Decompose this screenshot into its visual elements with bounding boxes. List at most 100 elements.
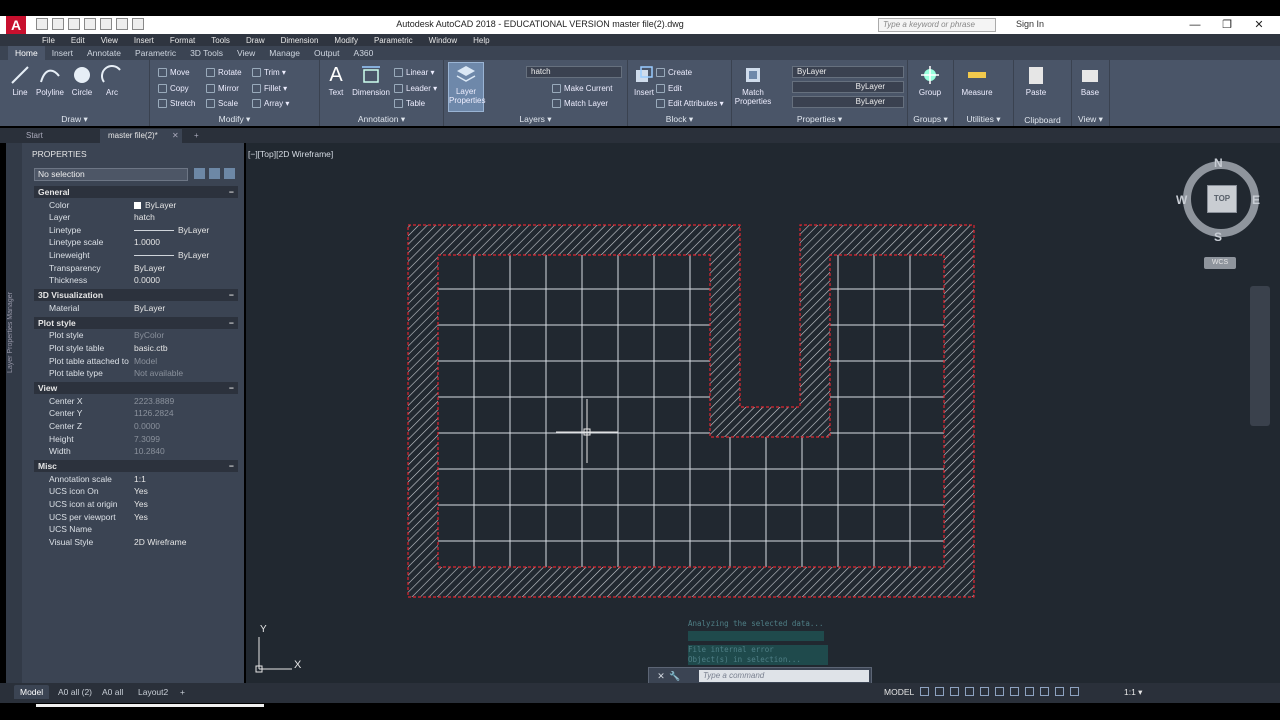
command-input[interactable]: Type a command [699, 670, 869, 682]
property-value[interactable]: ByLayer [134, 225, 209, 235]
tab-output[interactable]: Output [307, 46, 347, 60]
compass-south[interactable]: S [1214, 230, 1222, 244]
collapse-icon[interactable]: − [229, 289, 234, 301]
property-row[interactable]: Linetype scale 1.0000 [34, 237, 238, 250]
linear-button[interactable]: Linear ▾ [394, 66, 434, 78]
table-button[interactable]: Table [394, 97, 425, 109]
save-icon[interactable] [68, 18, 80, 30]
search-input[interactable]: Type a keyword or phrase [878, 18, 996, 32]
compass-north[interactable]: N [1214, 156, 1223, 170]
polyline-button[interactable]: Polyline [34, 64, 66, 102]
tab-home[interactable]: Home [8, 46, 45, 60]
menu-window[interactable]: Window [429, 36, 465, 45]
mirror-button[interactable]: Mirror [206, 82, 239, 94]
property-value[interactable]: 0.0000 [134, 421, 160, 431]
property-value[interactable]: 7.3099 [134, 434, 160, 444]
line-button[interactable]: Line [4, 64, 36, 102]
property-value[interactable]: Not available [134, 368, 183, 378]
stretch-button[interactable]: Stretch [158, 97, 195, 109]
menu-view[interactable]: View [101, 36, 126, 45]
tab-a0-all[interactable]: A0 all [96, 685, 129, 699]
lineweight-icon[interactable] [1010, 687, 1019, 696]
paste-button[interactable]: Paste [1020, 64, 1052, 102]
tab-a0-all-2[interactable]: A0 all (2) [52, 685, 98, 699]
modify-panel-title[interactable]: Modify ▾ [150, 114, 319, 125]
tab-parametric[interactable]: Parametric [128, 46, 183, 60]
base-button[interactable]: Base [1074, 64, 1106, 102]
property-row[interactable]: UCS icon at origin Yes [34, 499, 238, 512]
edit-attributes-button[interactable]: Edit Attributes ▾ [656, 97, 724, 109]
property-row[interactable]: Plot style table basic.ctb [34, 343, 238, 356]
save-as-icon[interactable] [84, 18, 96, 30]
property-row[interactable]: Annotation scale 1:1 [34, 474, 238, 487]
property-value[interactable]: 2223.8889 [134, 396, 174, 406]
new-icon[interactable] [36, 18, 48, 30]
inner-boundary[interactable] [437, 254, 945, 568]
property-row[interactable]: UCS icon On Yes [34, 486, 238, 499]
property-row[interactable]: Plot style ByColor [34, 330, 238, 343]
ortho-icon[interactable] [950, 687, 959, 696]
move-button[interactable]: Move [158, 66, 190, 78]
property-row[interactable]: Transparency ByLayer [34, 263, 238, 276]
app-menu-button[interactable]: A [6, 16, 26, 34]
add-tab-button[interactable]: + [186, 129, 207, 143]
property-value[interactable]: 10.2840 [134, 446, 165, 456]
viewcube-top[interactable]: TOP [1207, 185, 1237, 213]
properties-panel-title[interactable]: Properties ▾ [732, 114, 907, 125]
property-row[interactable]: Plot table type Not available [34, 368, 238, 381]
collapse-icon[interactable]: − [229, 317, 234, 329]
menu-modify[interactable]: Modify [334, 36, 366, 45]
polar-icon[interactable] [965, 687, 974, 696]
layers-panel-title[interactable]: Layers ▾ [444, 114, 627, 125]
sign-in-button[interactable]: Sign In [1016, 19, 1044, 29]
grid-icon[interactable] [920, 687, 929, 696]
property-row[interactable]: Center X 2223.8889 [34, 396, 238, 409]
property-value[interactable]: ByColor [134, 330, 164, 340]
draw-panel-title[interactable]: Draw ▾ [0, 114, 149, 125]
property-value[interactable]: hatch [134, 212, 155, 222]
model-space-button[interactable]: MODEL [884, 687, 914, 697]
close-command-line-icon[interactable]: ✕ [655, 670, 667, 682]
property-value[interactable]: 1.0000 [134, 237, 160, 247]
add-layout-button[interactable]: + [174, 685, 191, 699]
menu-edit[interactable]: Edit [71, 36, 93, 45]
color-dropdown[interactable]: ByLayer [792, 66, 904, 78]
selection-cycling-icon[interactable] [1040, 687, 1049, 696]
select-objects-icon[interactable] [209, 168, 220, 179]
dimension-button[interactable]: Dimension [350, 64, 392, 102]
transparency-icon[interactable] [1025, 687, 1034, 696]
property-row[interactable]: Center Y 1126.2824 [34, 408, 238, 421]
property-value[interactable]: 0.0000 [134, 275, 160, 285]
toggle-pickadd-icon[interactable] [194, 168, 205, 179]
close-button[interactable]: ✕ [1244, 17, 1274, 33]
property-row[interactable]: Thickness 0.0000 [34, 275, 238, 288]
tab-a360[interactable]: A360 [347, 46, 381, 60]
property-value[interactable]: 2D Wireframe [134, 537, 186, 547]
property-value[interactable]: 1:1 [134, 474, 146, 484]
property-row[interactable]: Visual Style 2D Wireframe [34, 537, 238, 550]
tab-model[interactable]: Model [14, 685, 50, 699]
property-value[interactable]: Model [134, 356, 157, 366]
leader-button[interactable]: Leader ▾ [394, 82, 437, 94]
match-layer-button[interactable]: Match Layer [552, 97, 608, 109]
circle-button[interactable]: Circle [66, 64, 98, 102]
property-value[interactable]: Yes [134, 486, 148, 496]
tab-start[interactable]: Start [18, 129, 51, 143]
property-row[interactable]: Color ByLayer [34, 200, 238, 213]
menu-draw[interactable]: Draw [246, 36, 273, 45]
palette-side-strip[interactable]: Layer Properties Manager [6, 143, 22, 683]
property-row[interactable]: Material ByLayer [34, 303, 238, 316]
view-panel-title[interactable]: View ▾ [1072, 114, 1109, 125]
property-value[interactable]: Yes [134, 499, 148, 509]
copy-button[interactable]: Copy [158, 82, 189, 94]
property-value[interactable]: 1126.2824 [134, 408, 174, 418]
compass-east[interactable]: E [1252, 193, 1260, 207]
trim-button[interactable]: Trim ▾ [252, 66, 286, 78]
open-icon[interactable] [52, 18, 64, 30]
text-button[interactable]: A Text [320, 64, 352, 102]
osnap-icon[interactable] [980, 687, 989, 696]
plot-icon[interactable] [100, 18, 112, 30]
collapse-icon[interactable]: − [229, 186, 234, 198]
property-row[interactable]: UCS Name [34, 524, 238, 537]
otrack-icon[interactable] [995, 687, 1004, 696]
